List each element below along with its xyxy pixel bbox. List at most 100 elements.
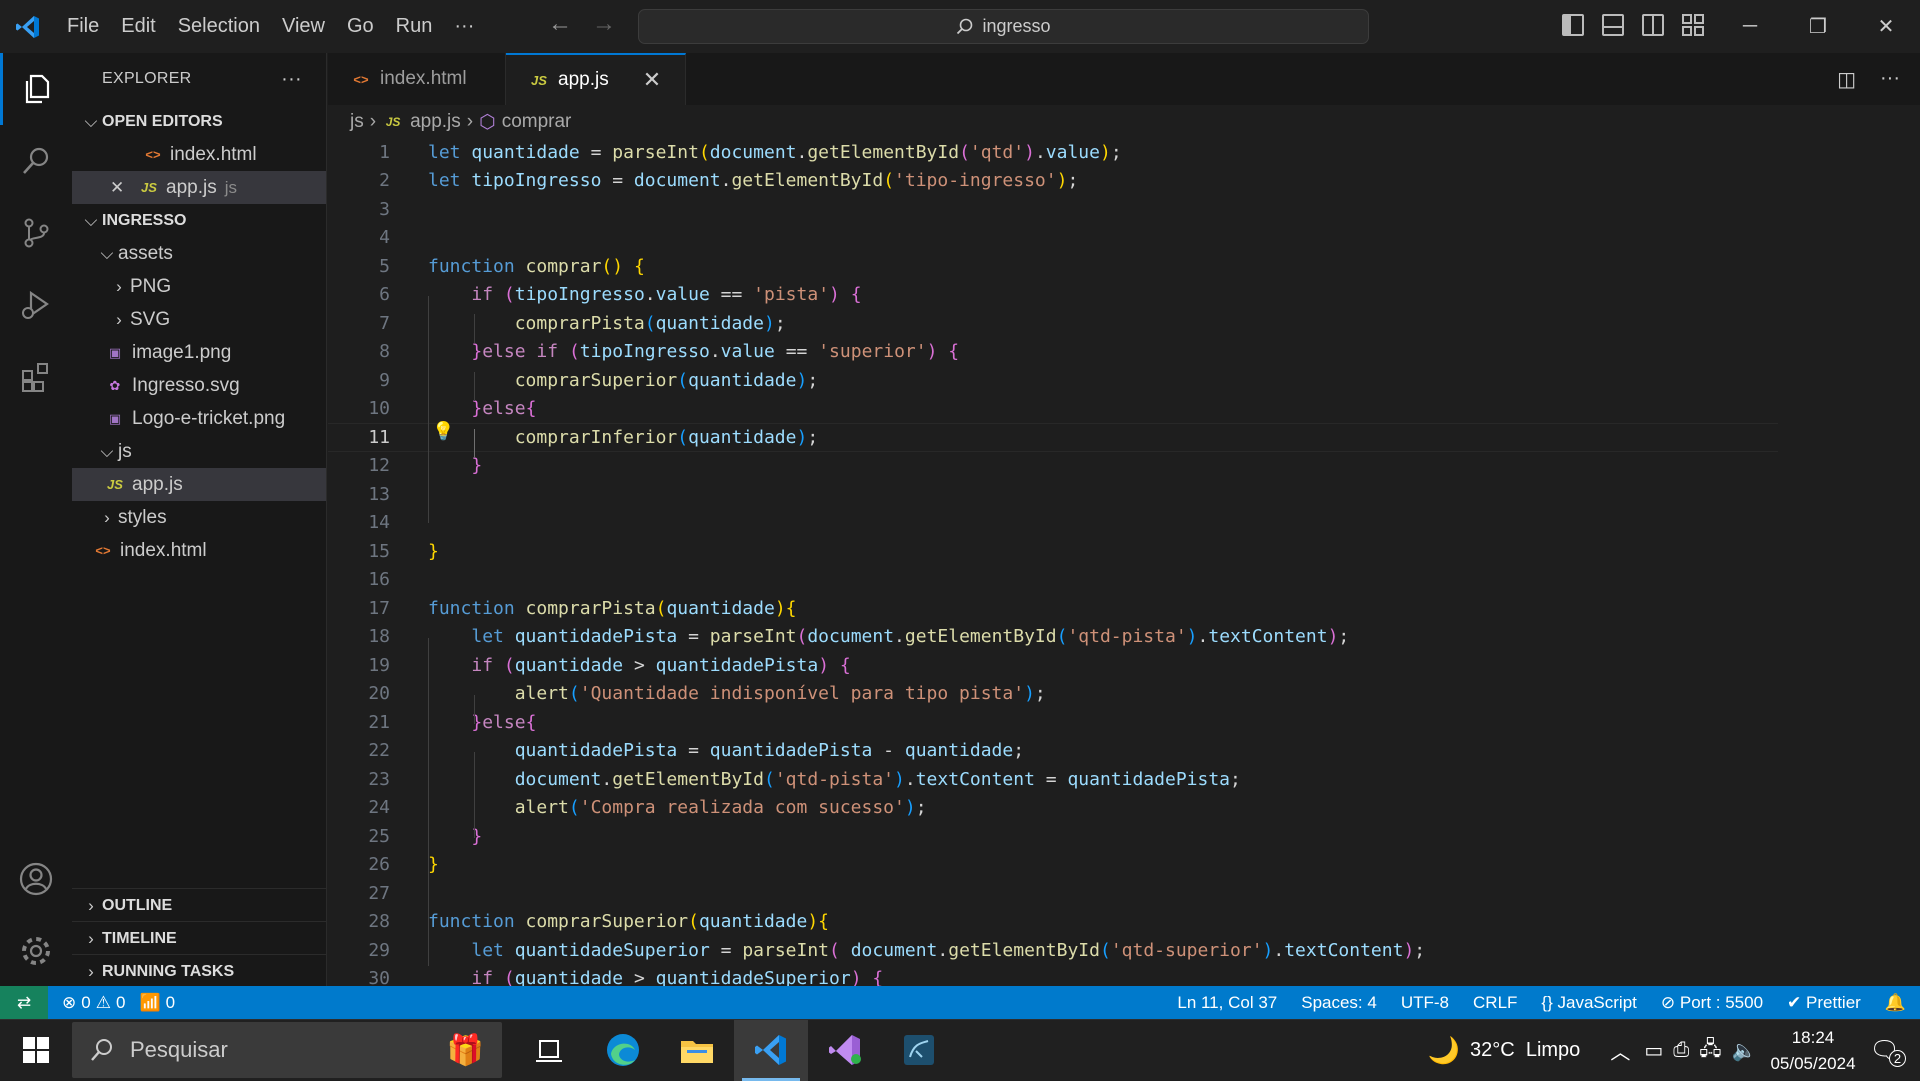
meet-now-icon[interactable]: ⎙ (1673, 1039, 1689, 1062)
menu-edit[interactable]: Edit (110, 15, 166, 38)
battery-icon[interactable]: ▭ (1644, 1038, 1663, 1063)
running-tasks-section[interactable]: › RUNNING TASKS (72, 954, 327, 988)
tree-folder-svg[interactable]: › SVG (72, 303, 326, 336)
menu-selection[interactable]: Selection (167, 15, 271, 38)
menu-file[interactable]: File (56, 15, 110, 38)
code-line[interactable]: 23 document.getElementById('qtd-pista').… (328, 765, 1778, 794)
code-line[interactable]: 27 (328, 879, 1778, 908)
breadcrumb-symbol[interactable]: comprar (502, 111, 572, 133)
code-line[interactable]: 16 (328, 566, 1778, 595)
search-icon[interactable] (0, 125, 72, 197)
run-debug-icon[interactable] (0, 269, 72, 341)
close-editor-icon[interactable]: ✕ (110, 178, 136, 198)
explorer-more-icon[interactable]: ··· (281, 68, 302, 91)
notification-center-icon[interactable]: 🗨 2 (1870, 1036, 1906, 1067)
code-line[interactable]: 22 quantidadePista = quantidadePista - q… (328, 737, 1778, 766)
toggle-secondary-sidebar-icon[interactable] (1642, 14, 1664, 36)
code-line[interactable]: 14 (328, 509, 1778, 538)
code-line[interactable]: 9 comprarSuperior(quantidade); (328, 366, 1778, 395)
code-line[interactable]: 21 }else{ (328, 708, 1778, 737)
code-line[interactable]: 25 } (328, 822, 1778, 851)
code-editor[interactable]: 1 let quantidade = parseInt(document.getE… (328, 138, 1920, 986)
tree-folder-assets[interactable]: ⌵ assets (72, 237, 326, 270)
forward-arrow-icon[interactable]: → (592, 10, 616, 38)
code-line[interactable]: 19 if (quantidade > quantidadePista) { (328, 651, 1778, 680)
code-line[interactable]: 11 comprarInferior(quantidade); (328, 423, 1778, 452)
menu-view[interactable]: View (271, 15, 336, 38)
tree-folder-png[interactable]: › PNG (72, 270, 326, 303)
explorer-icon[interactable] (0, 53, 72, 125)
code-line[interactable]: 30 if (quantidade > quantidadeSuperior) … (328, 965, 1778, 986)
tree-file-appjs[interactable]: JS app.js (72, 468, 326, 501)
volume-icon[interactable]: 🔈 (1732, 1038, 1757, 1063)
language-mode[interactable]: {} JavaScript (1541, 993, 1636, 1013)
code-line[interactable]: 18 let quantidadePista = parseInt(docume… (328, 623, 1778, 652)
code-line[interactable]: 20 alert('Quantidade indisponível para t… (328, 680, 1778, 709)
problems-indicator[interactable]: ⊗ 0 ⚠ 0 (62, 993, 125, 1013)
lightbulb-icon[interactable]: 💡 (432, 421, 454, 442)
menu-more[interactable]: ··· (443, 15, 485, 38)
toggle-primary-sidebar-icon[interactable] (1562, 14, 1584, 36)
edge-browser-icon[interactable] (586, 1020, 660, 1081)
weather-text[interactable]: 32°C Limpo (1470, 1039, 1580, 1062)
breadcrumb-folder[interactable]: js (350, 111, 364, 133)
timeline-section[interactable]: › TIMELINE (72, 921, 327, 955)
system-clock[interactable]: 18:24 05/05/2024 (1770, 1025, 1855, 1077)
taskbar-search-box[interactable]: Pesquisar 🎁 (72, 1022, 502, 1078)
customize-layout-icon[interactable] (1682, 14, 1704, 36)
code-line[interactable]: 5 function comprar() { (328, 252, 1778, 281)
indentation[interactable]: Spaces: 4 (1301, 993, 1377, 1013)
visual-studio-icon[interactable] (808, 1020, 882, 1081)
tree-folder-js[interactable]: ⌵ js (72, 435, 326, 468)
code-line[interactable]: 8 }else if (tipoIngresso.value == 'super… (328, 338, 1778, 367)
open-editor-item[interactable]: ✕ JS app.js js (72, 171, 326, 204)
file-explorer-icon[interactable] (660, 1020, 734, 1081)
vscode-taskbar-icon[interactable] (734, 1019, 808, 1081)
code-line[interactable]: 1 let quantidade = parseInt(document.getE… (328, 138, 1778, 167)
code-line[interactable]: 10 }else{ (328, 395, 1778, 424)
code-line[interactable]: 2 let tipoIngresso = document.getElementB… (328, 167, 1778, 196)
split-editor-icon[interactable]: ◫ (1837, 67, 1856, 92)
code-line[interactable]: 26} (328, 851, 1778, 880)
database-workbench-icon[interactable] (882, 1020, 956, 1081)
breadcrumb-file[interactable]: app.js (410, 111, 461, 133)
more-actions-icon[interactable]: ··· (1880, 67, 1900, 92)
code-line[interactable]: 28 function comprarSuperior(quantidade){ (328, 908, 1778, 937)
code-line[interactable]: 4 (328, 224, 1778, 253)
tree-file-image1[interactable]: ▣ image1.png (72, 336, 326, 369)
source-control-icon[interactable] (0, 197, 72, 269)
outline-section[interactable]: › OUTLINE (72, 888, 327, 922)
manage-gear-icon[interactable] (0, 915, 72, 987)
toggle-panel-icon[interactable] (1602, 14, 1624, 36)
ports-indicator[interactable]: 📶 0 (139, 993, 175, 1013)
close-tab-icon[interactable]: ✕ (643, 67, 661, 93)
extensions-icon[interactable] (0, 341, 72, 413)
back-arrow-icon[interactable]: ← (548, 10, 572, 38)
cursor-position[interactable]: Ln 11, Col 37 (1177, 993, 1277, 1013)
windows-start-icon[interactable] (0, 1020, 72, 1081)
menu-go[interactable]: Go (336, 15, 385, 38)
command-center-search[interactable]: ingresso (638, 9, 1369, 44)
tree-file-index[interactable]: <> index.html (72, 534, 326, 567)
menu-run[interactable]: Run (385, 15, 444, 38)
prettier-status[interactable]: ✔ Prettier (1787, 993, 1861, 1013)
task-view-icon[interactable] (512, 1020, 586, 1081)
tree-file-logo[interactable]: ▣ Logo-e-tricket.png (72, 402, 326, 435)
notifications-bell-icon[interactable]: 🔔 (1885, 993, 1906, 1013)
network-icon[interactable]: 🖧 (1699, 1034, 1721, 1068)
tree-file-ingresso-svg[interactable]: ✿ Ingresso.svg (72, 369, 326, 402)
project-section[interactable]: ⌵ INGRESSO (72, 204, 326, 237)
tree-folder-styles[interactable]: › styles (72, 501, 326, 534)
code-line[interactable]: 12 } (328, 452, 1778, 481)
restore-icon[interactable]: ❐ (1784, 0, 1852, 53)
weather-moon-icon[interactable]: 🌙 (1428, 1035, 1460, 1066)
code-line[interactable]: 6 if (tipoIngresso.value == 'pista') { (328, 281, 1778, 310)
minimize-icon[interactable]: ─ (1716, 0, 1784, 53)
tray-chevron-up-icon[interactable]: ︿ (1610, 1036, 1630, 1065)
open-editor-item[interactable]: <> index.html (72, 138, 326, 171)
tab-index-html[interactable]: <> index.html (328, 53, 506, 105)
code-line[interactable]: 7 comprarPista(quantidade); (328, 309, 1778, 338)
code-line[interactable]: 3 (328, 195, 1778, 224)
code-line[interactable]: 17 function comprarPista(quantidade){ (328, 594, 1778, 623)
remote-indicator-icon[interactable]: ⇄ (0, 986, 48, 1019)
